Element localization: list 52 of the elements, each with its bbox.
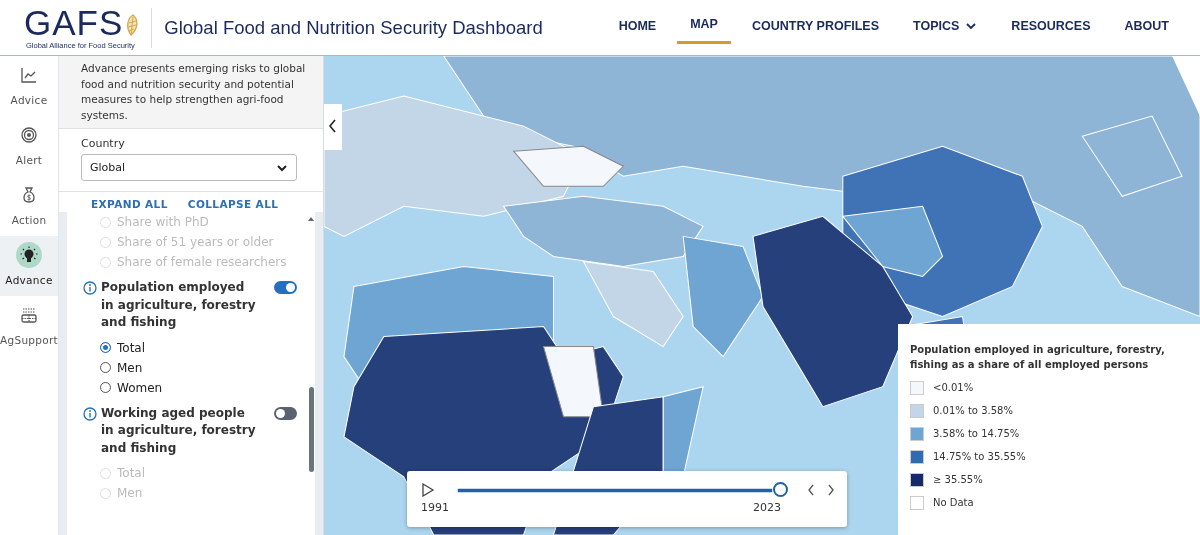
scroll-up-icon — [307, 216, 315, 222]
option-label: Men — [117, 360, 143, 375]
nav-link[interactable]: MAP — [677, 11, 731, 44]
info-icon — [83, 281, 97, 295]
money-bag-icon — [20, 186, 38, 204]
chevron-right-icon[interactable] — [827, 484, 835, 496]
option-label: Men — [117, 486, 143, 500]
legend-label: 3.58% to 14.75% — [933, 428, 1020, 439]
radio-button[interactable] — [100, 342, 111, 353]
legend-label: ≥ 35.55% — [933, 474, 983, 485]
slider-thumb[interactable] — [773, 481, 788, 497]
field-label: Country — [81, 137, 126, 150]
logo-text: GAFS — [24, 5, 124, 40]
option-label: Share with PhD — [117, 215, 209, 229]
expand-all-link[interactable]: EXPAND ALL — [91, 198, 168, 210]
scrollbar-thumb[interactable] — [308, 387, 314, 472]
collapse-all-link[interactable]: COLLAPSE ALL — [187, 198, 279, 210]
nav-link[interactable]: COUNTRY PROFILES — [738, 11, 893, 44]
line-chart-icon — [20, 66, 38, 84]
target-icon — [20, 126, 38, 144]
toggle-switch[interactable] — [274, 406, 297, 420]
option-label: Share of 51 years or older — [117, 235, 274, 249]
legend-title: Population employed in agriculture, forestry, fishing as a share of all employed persons — [910, 343, 1166, 372]
option-label: Total — [117, 340, 146, 355]
year-label: 2023 — [753, 501, 781, 514]
nav-link[interactable]: ABOUT — [1111, 11, 1182, 44]
play-icon[interactable] — [421, 483, 435, 497]
country-dropdown[interactable]: Global — [81, 154, 297, 181]
nav-link[interactable]: TOPICS — [900, 11, 991, 44]
info-icon — [83, 406, 97, 421]
radio-button[interactable] — [100, 362, 111, 373]
description-text: Advance presents emerging risks to global food and nutrition security and potential measures to help strengthen agri-food systems. — [59, 56, 323, 129]
sidebar-item[interactable]: Advance — [0, 236, 58, 296]
toggle-switch[interactable] — [274, 281, 297, 294]
nav-link[interactable]: RESOURCES — [998, 11, 1104, 44]
indicator-label: Working aged people in agriculture, forestry and fishing — [101, 404, 257, 457]
lightbulb-icon — [20, 246, 38, 264]
option-label: Women — [117, 380, 163, 395]
nav-link[interactable]: HOME — [605, 11, 670, 44]
radio-button[interactable] — [100, 382, 111, 393]
year-label: 1991 — [421, 501, 449, 514]
legend-label: 0.01% to 3.58% — [933, 405, 1013, 416]
legend-label: 14.75% to 35.55% — [933, 451, 1026, 462]
grid-icon — [20, 306, 38, 324]
legend-label: <0.01% — [933, 382, 974, 393]
site-title: Global Food and Nutrition Security Dashboard — [164, 16, 543, 39]
legend-label: No Data — [933, 497, 974, 508]
indicator-label: Population employed in agriculture, forestry and fishing — [101, 279, 257, 331]
chevron-left-icon[interactable] — [324, 104, 342, 150]
option-label: Total — [117, 466, 146, 480]
chevron-left-icon[interactable] — [807, 484, 815, 496]
option-label: Share of female researchers — [117, 255, 287, 269]
